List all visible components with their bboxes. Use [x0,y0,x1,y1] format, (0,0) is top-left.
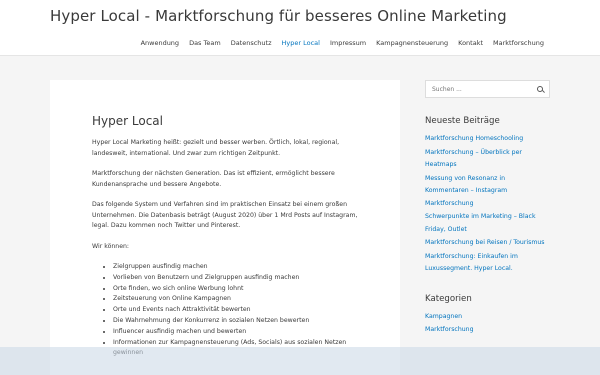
list-item: Zeitsteuerung von Online Kampagnen [113,294,358,305]
list-item: Die Wahrnehmung der Konkurrenz in sozial… [113,316,358,327]
nav-item-kontakt[interactable]: Kontakt [458,39,483,47]
nav-item-hyper-local[interactable]: Hyper Local [282,39,320,47]
paragraph: Hyper Local Marketing heißt: gezielt und… [92,139,340,157]
category-link[interactable]: Marktforschung [425,324,550,337]
site-header: Hyper Local - Marktforschung für bessere… [0,0,600,56]
nav-item-marktforschung[interactable]: Marktforschung [493,39,544,47]
list-item: Influencer ausfindig machen und bewerten [113,327,358,338]
paragraph: Wir können: [92,242,130,250]
list-item: Orte finden, wo sich online Werbung lohn… [113,284,358,295]
nav-item-das-team[interactable]: Das Team [189,39,221,47]
search-input[interactable]: Suchen ... [425,80,550,98]
page-title: Hyper Local [92,114,163,128]
recent-post-link[interactable]: Marktforschung: Einkaufen im Luxussegmen… [425,251,550,276]
list-item: Zielgruppen ausfindig machen [113,262,358,273]
capability-list: Zielgruppen ausfindig machen Vorlieben v… [92,262,358,359]
categories-list: Kampagnen Marktforschung [425,311,550,337]
list-item: Orte und Events nach Attraktivität bewer… [113,305,358,316]
recent-post-link[interactable]: Marktforschung – Überblick per Heatmaps [425,147,550,172]
sidebar: Suchen ... Neueste Beiträge Marktforschu… [425,80,550,338]
recent-post-link[interactable]: Marktforschung Homeschooling [425,133,550,146]
recent-post-link[interactable]: Schwerpunkte im Marketing – Black Friday… [425,211,550,236]
recent-post-link[interactable]: Messung von Resonanz in Kommentaren – In… [425,173,550,211]
recent-posts-list: Marktforschung Homeschooling Marktforsch… [425,133,550,276]
recent-posts-title: Neueste Beiträge [425,116,500,126]
recent-post-link[interactable]: Marktforschung bei Reisen / Tourismus [425,237,550,250]
nav-item-anwendung[interactable]: Anwendung [141,39,180,47]
site-title[interactable]: Hyper Local - Marktforschung für bessere… [50,7,507,25]
nav-item-datenschutz[interactable]: Datenschutz [231,39,272,47]
search-placeholder: Suchen ... [432,85,462,93]
nav-item-kampagnensteuerung[interactable]: Kampagnensteuerung [376,39,448,47]
categories-title: Kategorien [425,293,472,304]
category-link[interactable]: Kampagnen [425,311,550,324]
main-nav: Anwendung Das Team Datenschutz Hyper Loc… [141,39,544,47]
nav-item-impressum[interactable]: Impressum [330,39,366,47]
list-item: Vorlieben von Benutzern und Zielgruppen … [113,273,358,284]
paragraph: Das folgende System und Verfahren sind i… [92,201,358,229]
paragraph: Marktforschung der nächsten Generation. … [92,170,335,188]
cookie-bar[interactable] [0,347,600,375]
main-content: Hyper Local Hyper Local Marketing heißt:… [50,80,400,375]
search-icon[interactable] [537,86,543,92]
